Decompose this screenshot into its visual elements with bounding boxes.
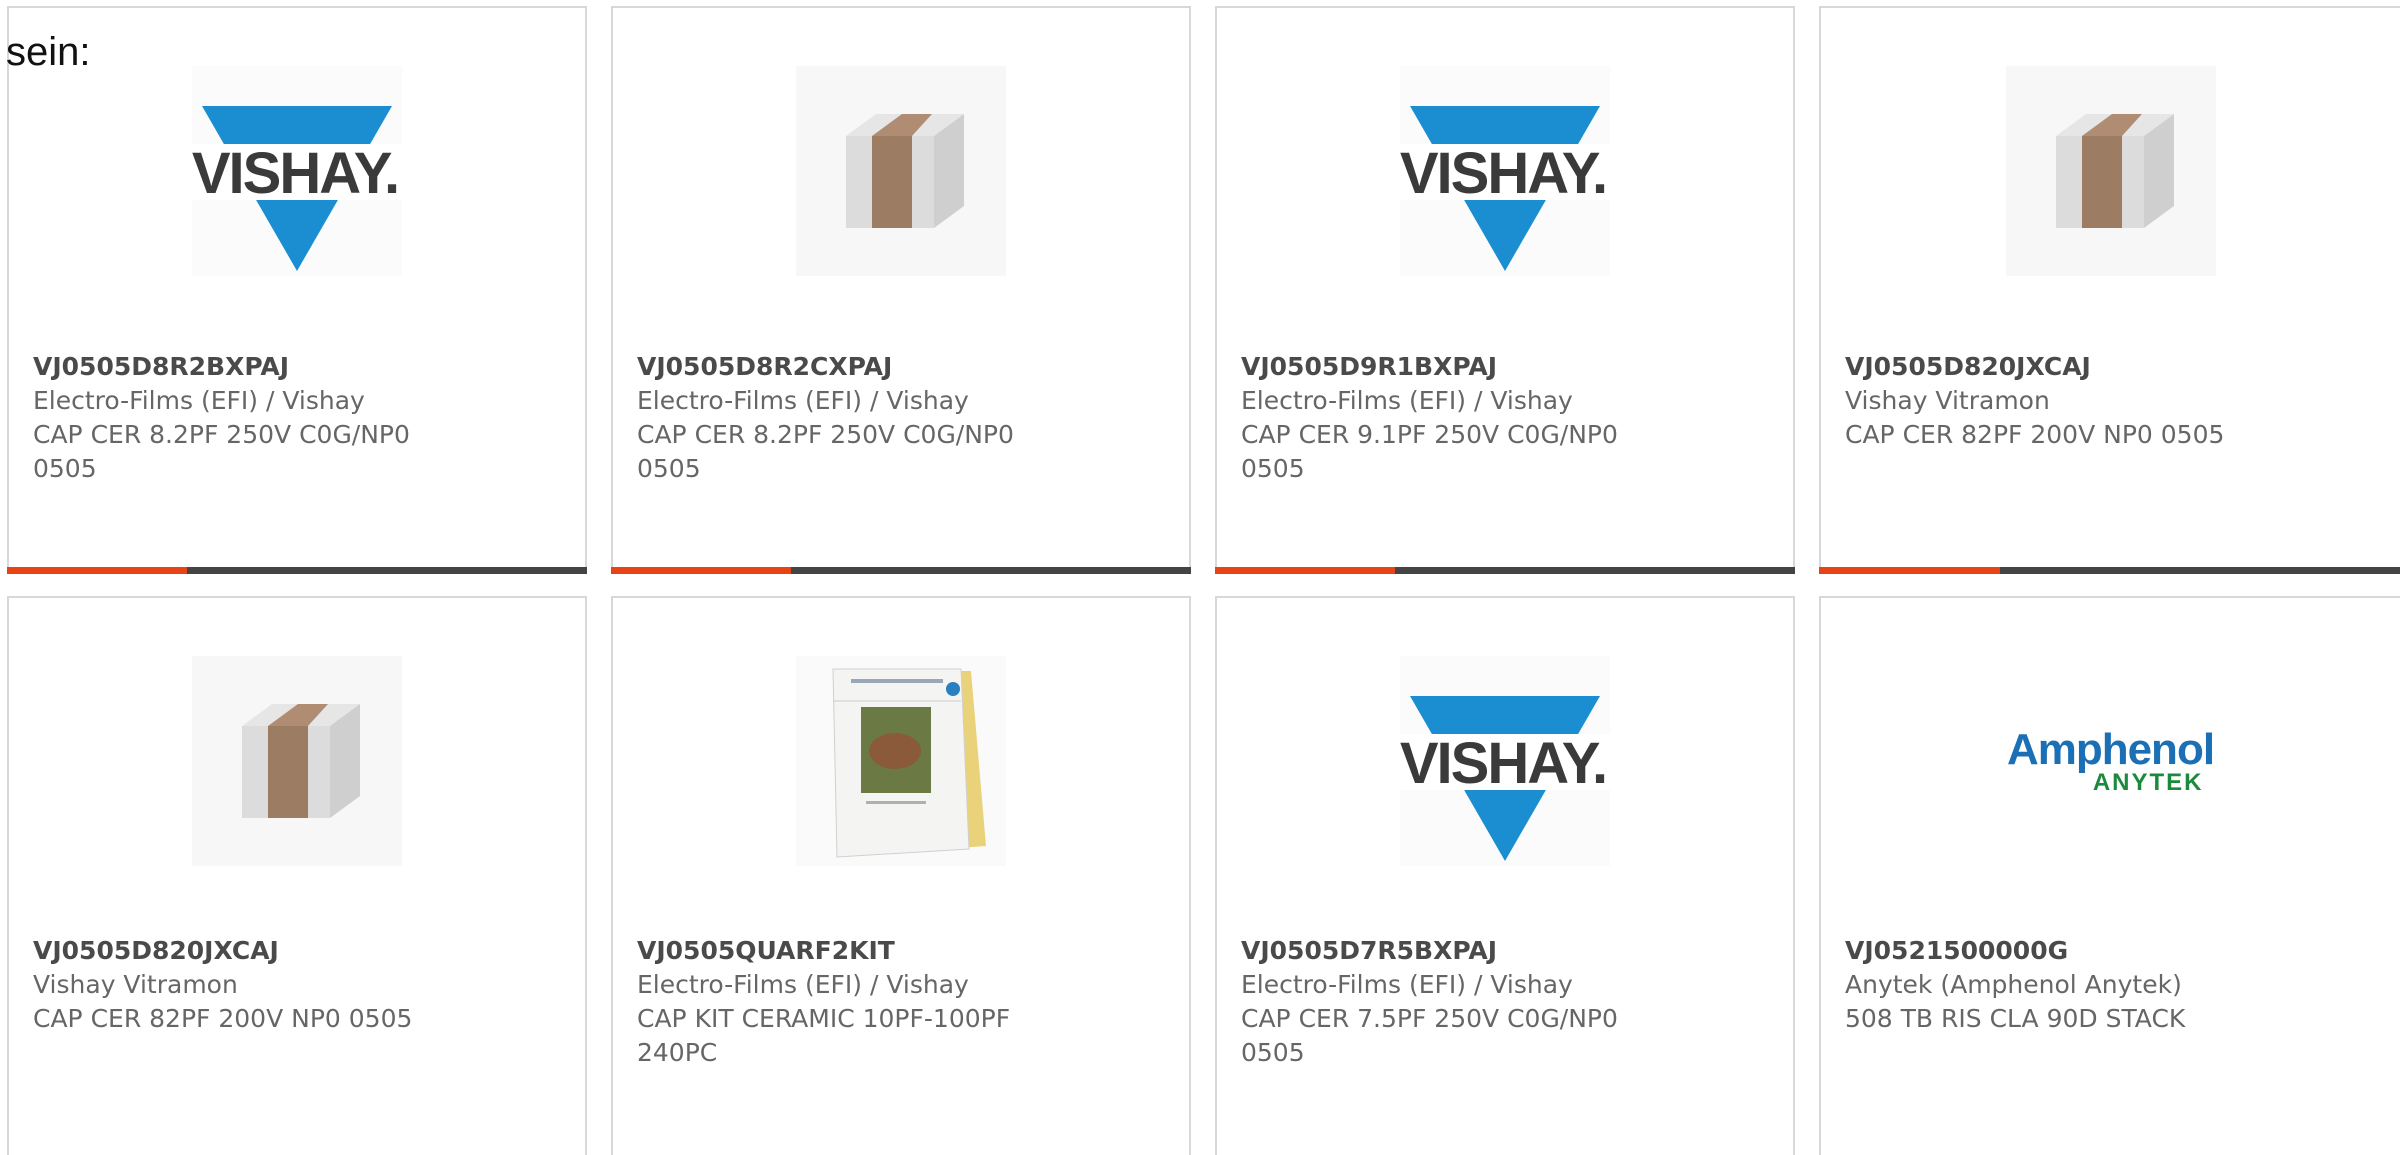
manufacturer: Vishay Vitramon [33, 970, 238, 999]
amphenol-anytek-logo-icon: Amphenol ANYTEK [2006, 656, 2216, 866]
part-number-link[interactable]: VJ0505D8R2BXPAJ [33, 350, 561, 384]
product-grid: VISHAY. VJ0505D8R2BXPAJ Electro-Films (E… [0, 0, 2400, 1155]
product-card[interactable]: VJ0505D820JXCAJ Vishay Vitramon CAP CER … [7, 596, 587, 1155]
product-card[interactable]: VISHAY. VJ0505D9R1BXPAJ Electro-Films (E… [1215, 6, 1795, 574]
svg-text:VISHAY.: VISHAY. [1400, 141, 1606, 206]
product-info: VJ0521500000G Anytek (Amphenol Anytek) 5… [1845, 934, 2376, 1036]
manufacturer: Electro-Films (EFI) / Vishay [637, 386, 969, 415]
description: CAP CER 82PF 200V NP0 0505 [33, 1004, 413, 1033]
description: 508 TB RIS CLA 90D STACK [1845, 1004, 2186, 1033]
description: CAP CER 82PF 200V NP0 0505 [1845, 420, 2225, 449]
part-number-link[interactable]: VJ0505D7R5BXPAJ [1241, 934, 1769, 968]
manufacturer: Vishay Vitramon [1845, 386, 2050, 415]
ceramic-capacitor-icon [192, 655, 402, 866]
capacitor-kit-booklet-icon [796, 655, 1006, 866]
card-accent-bar [611, 567, 1191, 574]
accent-fill [611, 567, 791, 574]
description: CAP CER 8.2PF 250V C0G/NP0 0505 [33, 420, 410, 483]
product-image [1821, 58, 2400, 283]
page: sein: VISHAY. VJ0505D8R2BXPAJ Electro-Fi… [0, 0, 2400, 1155]
product-image: VISHAY. [9, 58, 585, 283]
description: CAP KIT CERAMIC 10PF-100PF 240PC [637, 1004, 1011, 1067]
product-info: VJ0505D9R1BXPAJ Electro-Films (EFI) / Vi… [1241, 350, 1769, 486]
anytek-wordmark: ANYTEK [2092, 768, 2204, 796]
product-info: VJ0505D7R5BXPAJ Electro-Films (EFI) / Vi… [1241, 934, 1769, 1070]
manufacturer: Electro-Films (EFI) / Vishay [33, 386, 365, 415]
product-card[interactable]: VISHAY. VJ0505D7R5BXPAJ Electro-Films (E… [1215, 596, 1795, 1155]
product-card[interactable]: VJ0505D8R2CXPAJ Electro-Films (EFI) / Vi… [611, 6, 1191, 574]
part-number-link[interactable]: VJ0505D8R2CXPAJ [637, 350, 1165, 384]
ceramic-capacitor-icon [796, 65, 1006, 276]
part-number-link[interactable]: VJ0521500000G [1845, 934, 2376, 968]
vishay-logo-icon: VISHAY. [192, 65, 402, 276]
part-number-link[interactable]: VJ0505D9R1BXPAJ [1241, 350, 1769, 384]
product-info: VJ0505QUARF2KIT Electro-Films (EFI) / Vi… [637, 934, 1165, 1070]
manufacturer: Anytek (Amphenol Anytek) [1845, 970, 2182, 999]
amphenol-wordmark: Amphenol [2006, 724, 2215, 774]
product-image [613, 58, 1189, 283]
product-card[interactable]: VISHAY. VJ0505D8R2BXPAJ Electro-Films (E… [7, 6, 587, 574]
vishay-logo-icon: VISHAY. [1400, 655, 1610, 866]
manufacturer: Electro-Films (EFI) / Vishay [637, 970, 969, 999]
description: CAP CER 9.1PF 250V C0G/NP0 0505 [1241, 420, 1618, 483]
product-image [613, 648, 1189, 873]
part-number-link[interactable]: VJ0505QUARF2KIT [637, 934, 1165, 968]
card-accent-bar [1819, 567, 2400, 574]
part-number-link[interactable]: VJ0505D820JXCAJ [33, 934, 561, 968]
card-accent-bar [7, 567, 587, 574]
product-card[interactable]: VJ0505D820JXCAJ Vishay Vitramon CAP CER … [1819, 6, 2400, 574]
accent-fill [7, 567, 187, 574]
product-image: Amphenol ANYTEK [1821, 648, 2400, 873]
manufacturer: Electro-Films (EFI) / Vishay [1241, 970, 1573, 999]
product-image: VISHAY. [1217, 58, 1793, 283]
product-card[interactable]: Amphenol ANYTEK VJ0521500000G Anytek (Am… [1819, 596, 2400, 1155]
product-card[interactable]: VJ0505QUARF2KIT Electro-Films (EFI) / Vi… [611, 596, 1191, 1155]
product-info: VJ0505D820JXCAJ Vishay Vitramon CAP CER … [1845, 350, 2376, 452]
part-number-link[interactable]: VJ0505D820JXCAJ [1845, 350, 2376, 384]
description: CAP CER 8.2PF 250V C0G/NP0 0505 [637, 420, 1014, 483]
manufacturer: Electro-Films (EFI) / Vishay [1241, 386, 1573, 415]
ceramic-capacitor-icon [2005, 65, 2216, 276]
svg-text:VISHAY.: VISHAY. [192, 141, 398, 206]
product-image: VISHAY. [1217, 648, 1793, 873]
vishay-logo-icon: VISHAY. [1400, 65, 1610, 276]
product-info: VJ0505D820JXCAJ Vishay Vitramon CAP CER … [33, 934, 561, 1036]
product-info: VJ0505D8R2CXPAJ Electro-Films (EFI) / Vi… [637, 350, 1165, 486]
description: CAP CER 7.5PF 250V C0G/NP0 0505 [1241, 1004, 1618, 1067]
product-image [9, 648, 585, 873]
product-info: VJ0505D8R2BXPAJ Electro-Films (EFI) / Vi… [33, 350, 561, 486]
accent-fill [1215, 567, 1395, 574]
card-accent-bar [1215, 567, 1795, 574]
accent-fill [1819, 567, 2000, 574]
intro-text: sein: [6, 30, 91, 74]
svg-text:VISHAY.: VISHAY. [1400, 731, 1606, 796]
